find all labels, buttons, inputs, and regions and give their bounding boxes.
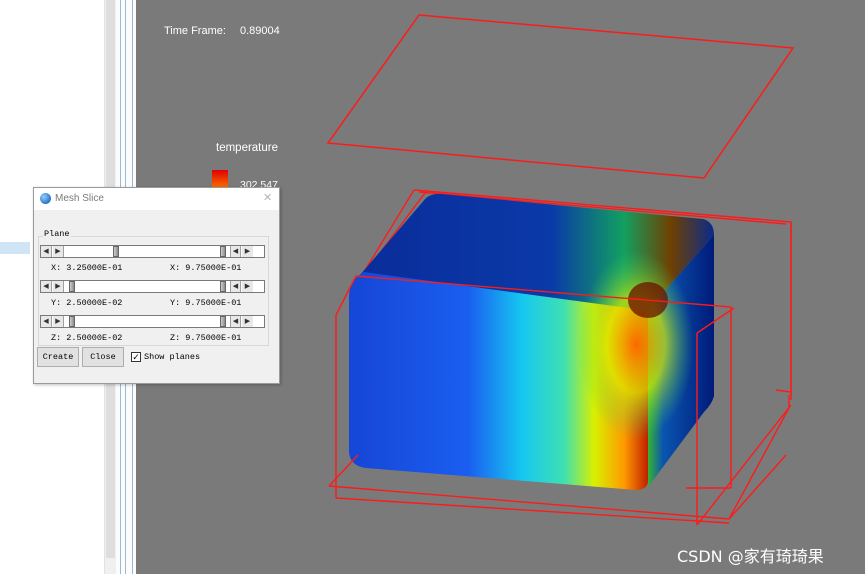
temperature-mesh <box>348 193 714 490</box>
close-button[interactable]: Close <box>82 347 124 367</box>
time-frame-value: 0.89004 <box>240 25 280 37</box>
y-max-right-arrow[interactable]: ▶ <box>242 281 253 292</box>
x-range-slider[interactable]: ◀ ▶ ◀ ▶ <box>40 245 265 258</box>
plane-group-label: Plane <box>43 229 71 239</box>
x-max-right-arrow[interactable]: ▶ <box>242 246 253 257</box>
z-max-thumb[interactable] <box>220 316 227 327</box>
z-min-left-arrow[interactable]: ◀ <box>41 316 52 327</box>
z-max-value: Z: 9.75000E-01 <box>170 333 242 343</box>
z-min-right-arrow[interactable]: ▶ <box>53 316 64 327</box>
z-max-right-arrow[interactable]: ▶ <box>242 316 253 327</box>
z-max-left-arrow[interactable]: ◀ <box>230 316 241 327</box>
x-min-right-arrow[interactable]: ▶ <box>53 246 64 257</box>
x-min-thumb[interactable] <box>112 246 119 257</box>
time-frame-label: Time Frame: <box>164 25 226 37</box>
y-min-thumb[interactable] <box>68 281 75 292</box>
x-min-left-arrow[interactable]: ◀ <box>41 246 52 257</box>
watermark: CSDN @家有琦琦果 <box>677 547 824 566</box>
y-min-right-arrow[interactable]: ▶ <box>53 281 64 292</box>
globe-icon <box>40 193 51 204</box>
dialog-title: Mesh Slice <box>55 193 104 204</box>
mesh-slice-dialog: Mesh Slice ✕ Plane ◀ ▶ ◀ ▶ X: 3.25000E-0… <box>33 187 280 384</box>
y-max-value: Y: 9.75000E-01 <box>170 298 242 308</box>
dialog-titlebar[interactable]: Mesh Slice ✕ <box>34 188 279 210</box>
slice-plane-top <box>326 14 795 179</box>
y-min-left-arrow[interactable]: ◀ <box>41 281 52 292</box>
z-range-slider[interactable]: ◀ ▶ ◀ ▶ <box>40 315 265 328</box>
z-min-thumb[interactable] <box>68 316 75 327</box>
y-max-left-arrow[interactable]: ◀ <box>230 281 241 292</box>
show-planes-checkbox[interactable]: ✓ <box>131 352 141 362</box>
show-planes-label: Show planes <box>144 352 201 362</box>
y-min-value: Y: 2.50000E-02 <box>51 298 123 308</box>
y-max-thumb[interactable] <box>220 281 227 292</box>
z-min-value: Z: 2.50000E-02 <box>51 333 123 343</box>
x-max-value: X: 9.75000E-01 <box>170 263 242 273</box>
x-max-left-arrow[interactable]: ◀ <box>230 246 241 257</box>
close-icon[interactable]: ✕ <box>263 191 272 204</box>
legend-title: temperature <box>216 142 279 154</box>
x-min-value: X: 3.25000E-01 <box>51 263 123 273</box>
create-button[interactable]: Create <box>37 347 79 367</box>
y-range-slider[interactable]: ◀ ▶ ◀ ▶ <box>40 280 265 293</box>
left-panel-selected-row[interactable] <box>0 242 30 254</box>
x-max-thumb[interactable] <box>220 246 227 257</box>
